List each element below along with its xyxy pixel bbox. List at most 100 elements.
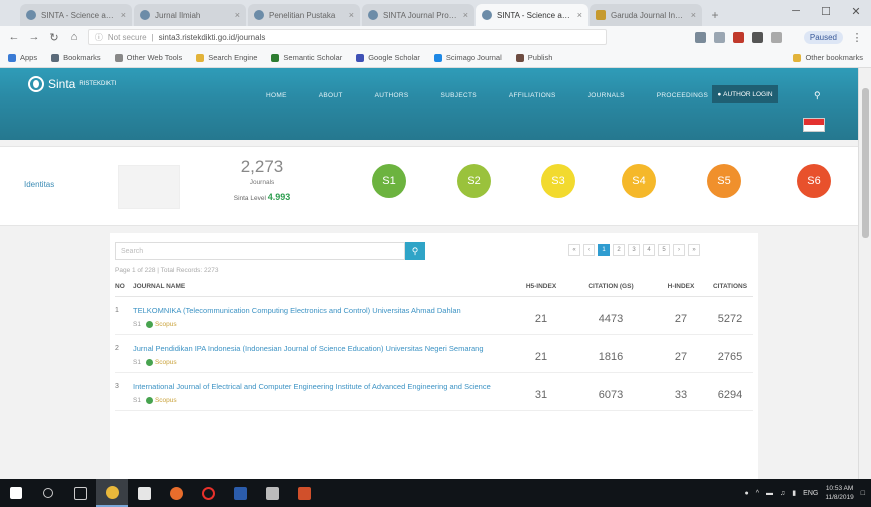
task-view-icon[interactable] <box>64 479 96 507</box>
page-button[interactable]: ‹ <box>583 244 595 256</box>
files-icon[interactable] <box>256 479 288 507</box>
column-header[interactable]: H5-INDEX <box>515 278 567 297</box>
bookmark-item[interactable]: Scimago Journal <box>433 53 502 62</box>
author-login-button[interactable]: ● AUTHOR LOGIN <box>712 85 778 103</box>
chrome-icon[interactable] <box>96 479 128 507</box>
search-icon[interactable]: ⚲ <box>814 90 821 101</box>
favicon-icon <box>26 10 36 20</box>
sinta-level-badge[interactable]: S6 <box>797 164 831 198</box>
journal-title-link[interactable]: Jurnal Pendidikan IPA Indonesia (Indones… <box>133 343 515 354</box>
bookmark-item[interactable]: Google Scholar <box>356 53 420 62</box>
minimize-icon[interactable]: ─ <box>781 0 811 22</box>
close-window-icon[interactable]: ✕ <box>841 0 871 22</box>
url-input[interactable]: ⓘ Not secure | sinta3.ristekdikti.go.id/… <box>87 29 607 45</box>
forward-icon[interactable]: → <box>28 31 40 43</box>
nav-item-about[interactable]: ABOUT <box>303 92 359 99</box>
nav-item-subjects[interactable]: SUBJECTS <box>425 92 493 99</box>
extension-icon[interactable] <box>694 31 706 43</box>
journal-title-link[interactable]: TELKOMNIKA (Telecommunication Computing … <box>133 305 515 316</box>
powerpoint-icon[interactable] <box>288 479 320 507</box>
journal-title-link[interactable]: International Journal of Electrical and … <box>133 381 515 392</box>
scrollbar[interactable] <box>858 68 871 479</box>
sinta-level-badge[interactable]: S1 <box>372 164 406 198</box>
sinta-level-badge[interactable]: S3 <box>541 164 575 198</box>
browser-tab[interactable]: Garuda Journal Index × <box>590 4 702 26</box>
volume-icon[interactable]: ♫ <box>780 490 785 497</box>
indonesia-flag-icon[interactable] <box>803 118 825 132</box>
bookmark-item[interactable]: Bookmarks <box>51 53 101 62</box>
page-button[interactable]: 5 <box>658 244 670 256</box>
extension-icon[interactable] <box>770 31 782 43</box>
network-icon[interactable]: ▬ <box>766 490 773 497</box>
page-button[interactable]: 3 <box>628 244 640 256</box>
browser-tab[interactable]: SINTA Journal Profile × <box>362 4 474 26</box>
word-icon[interactable] <box>224 479 256 507</box>
extension-icon[interactable] <box>713 31 725 43</box>
sinta-level-badge[interactable]: S5 <box>707 164 741 198</box>
nav-item-affiliations[interactable]: AFFILIATIONS <box>493 92 572 99</box>
search-button[interactable]: ⚲ <box>405 242 425 260</box>
menu-icon[interactable]: ⋮ <box>851 31 863 44</box>
page-button[interactable]: 2 <box>613 244 625 256</box>
site-menu: HOME ABOUT AUTHORS SUBJECTS AFFILIATIONS JOUR… <box>250 92 770 99</box>
new-tab-button[interactable]: + <box>704 4 726 26</box>
browser-tab[interactable]: Penelitian Pustaka × <box>248 4 360 26</box>
close-tab-icon[interactable]: × <box>691 10 696 20</box>
home-icon[interactable]: ⌂ <box>68 31 80 43</box>
clock[interactable]: 10:53 AM 11/8/2019 <box>825 484 853 502</box>
bookmark-item[interactable]: Apps <box>8 53 37 62</box>
nav-item-home[interactable]: HOME <box>250 92 303 99</box>
scrollbar-thumb[interactable] <box>862 88 869 238</box>
back-icon[interactable]: ← <box>8 31 20 43</box>
extension-icon[interactable] <box>732 31 744 43</box>
page-content: Sinta RISTEKDIKTI HOME ABOUT AUTHORS SUBJECT… <box>0 68 858 479</box>
close-tab-icon[interactable]: × <box>121 10 126 20</box>
extension-icon[interactable] <box>751 31 763 43</box>
column-header[interactable]: CITATION (GS) <box>567 278 655 297</box>
language-indicator[interactable]: ENG <box>803 490 818 497</box>
opera-icon[interactable] <box>192 479 224 507</box>
bookmark-item[interactable]: Semantic Scholar <box>271 53 342 62</box>
bookmark-item[interactable]: Other bookmarks <box>793 53 863 62</box>
citations: 2765 <box>707 334 753 373</box>
firefox-icon[interactable] <box>160 479 192 507</box>
page-button[interactable]: › <box>673 244 685 256</box>
browser-tab[interactable]: Jurnal Ilmiah × <box>134 4 246 26</box>
journal-search-input[interactable]: Search <box>115 242 405 260</box>
nav-item-journals[interactable]: JOURNALS <box>572 92 641 99</box>
bookmark-item[interactable]: Search Engine <box>196 53 257 62</box>
browser-tab[interactable]: SINTA - Science and Tec × <box>476 4 588 26</box>
maximize-icon[interactable]: ☐ <box>811 0 841 22</box>
column-header[interactable]: JOURNAL NAME <box>133 278 515 297</box>
page-button[interactable]: « <box>568 244 580 256</box>
notification-icon[interactable]: □ <box>861 490 865 497</box>
mail-icon[interactable] <box>128 479 160 507</box>
search-icon[interactable] <box>32 479 64 507</box>
page-button[interactable]: » <box>688 244 700 256</box>
column-header[interactable]: H-INDEX <box>655 278 707 297</box>
site-logo[interactable]: Sinta RISTEKDIKTI <box>28 76 116 92</box>
close-tab-icon[interactable]: × <box>577 10 582 20</box>
reload-icon[interactable]: ↻ <box>48 31 60 44</box>
sinta-level-badge[interactable]: S4 <box>622 164 656 198</box>
bookmark-icon <box>51 53 60 62</box>
nav-item-authors[interactable]: AUTHORS <box>359 92 425 99</box>
column-header[interactable]: NO <box>115 278 133 297</box>
chevron-up-icon[interactable]: ^ <box>756 490 759 497</box>
sinta-level-badge[interactable]: S2 <box>457 164 491 198</box>
close-tab-icon[interactable]: × <box>349 10 354 20</box>
close-tab-icon[interactable]: × <box>235 10 240 20</box>
start-icon[interactable] <box>0 479 32 507</box>
sinta-level: Sinta Level 4.993 <box>232 192 292 202</box>
page-button[interactable]: 4 <box>643 244 655 256</box>
profile-button[interactable]: Paused <box>803 30 843 44</box>
column-header[interactable]: CITATIONS <box>707 278 753 297</box>
user-tray-icon[interactable]: ● <box>745 490 749 497</box>
close-tab-icon[interactable]: × <box>463 10 468 20</box>
bookmark-item[interactable]: Publish <box>515 53 552 62</box>
battery-icon[interactable]: ▮ <box>792 489 796 497</box>
browser-tab[interactable]: SINTA - Science and Tech × <box>20 4 132 26</box>
info-icon[interactable]: ⓘ <box>95 32 103 43</box>
bookmark-item[interactable]: Other Web Tools <box>114 53 182 62</box>
page-button[interactable]: 1 <box>598 244 610 256</box>
